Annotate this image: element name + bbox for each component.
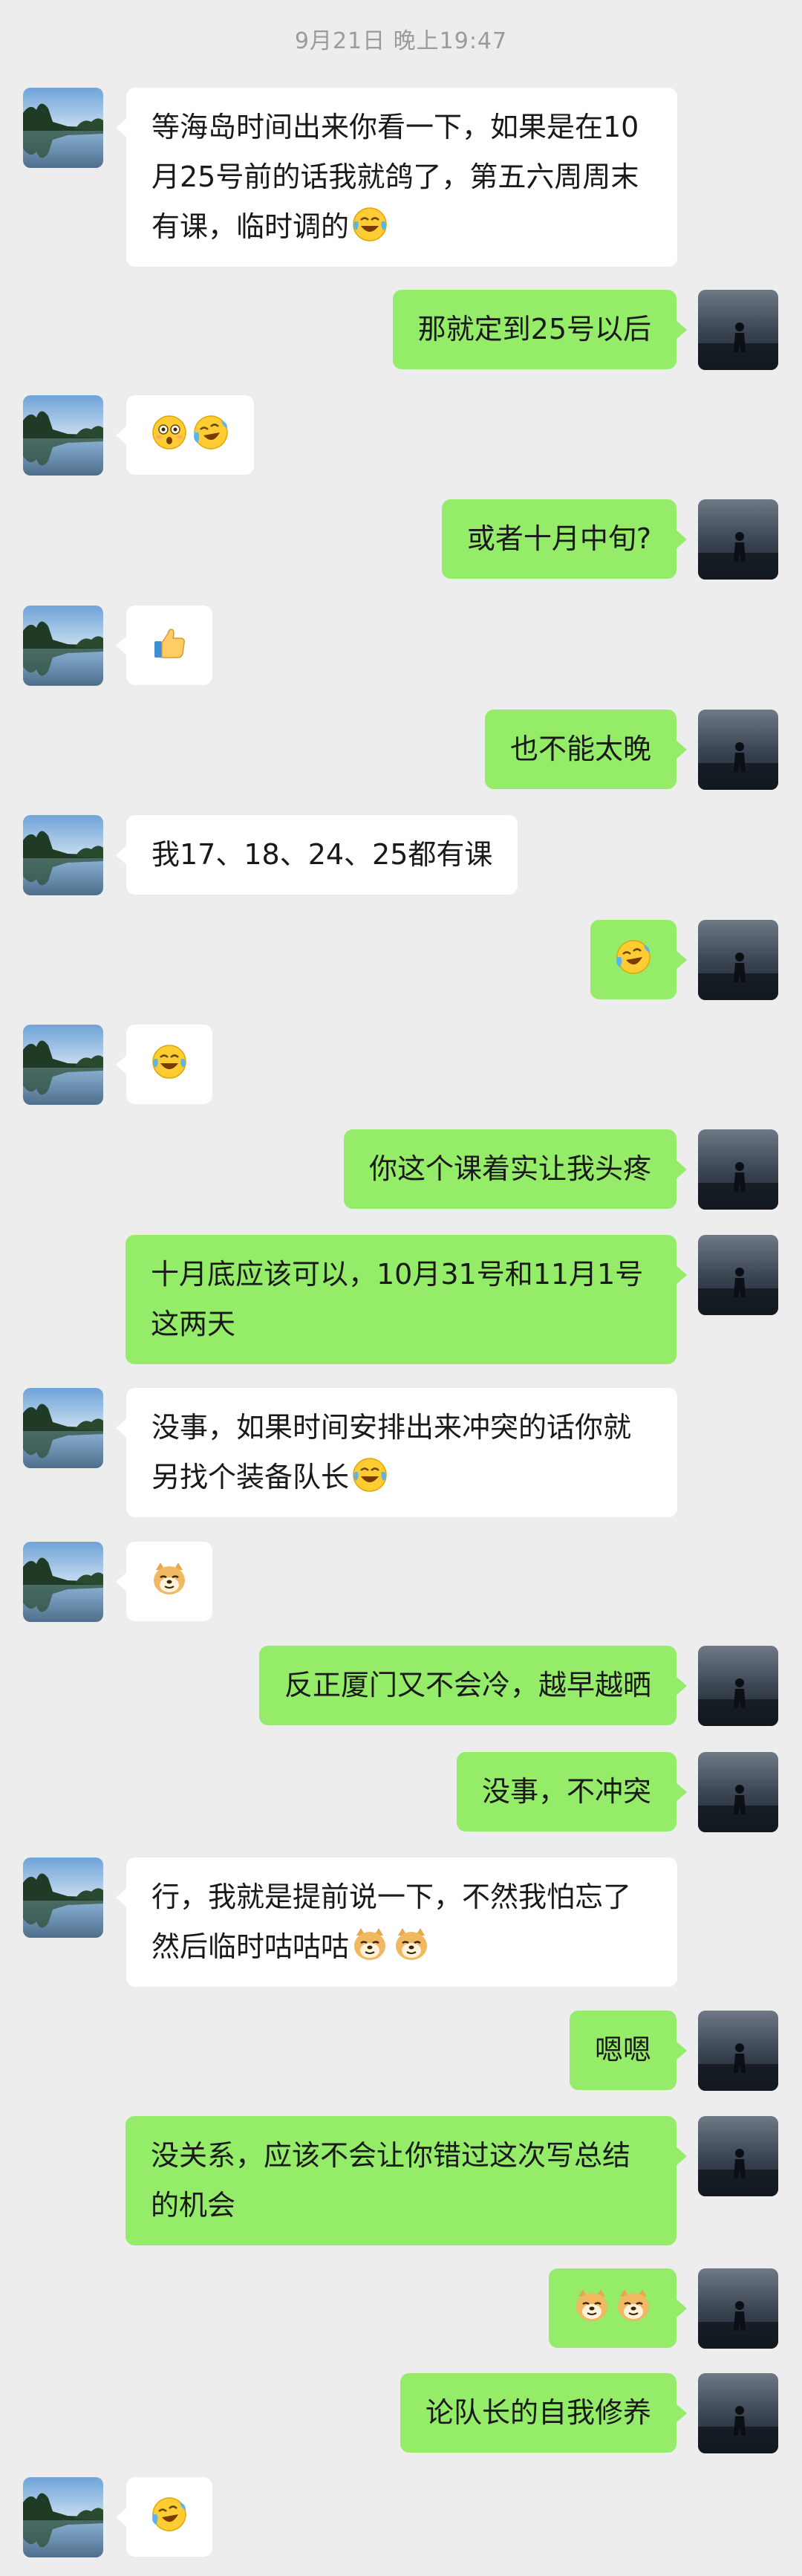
message-bubble-incoming[interactable]: 没事，如果时间安排出来冲突的话你就另找个装备队长 [116, 1388, 677, 1517]
silhouette-image [698, 2116, 778, 2196]
lake-landscape-image [23, 2477, 103, 2557]
contact-avatar[interactable] [23, 395, 103, 476]
doge-emoji [573, 2286, 611, 2325]
message-text: 那就定到25号以后 [417, 313, 651, 345]
tears-of-joy-emoji [351, 205, 389, 244]
silhouette-image [698, 1129, 778, 1210]
my-avatar[interactable] [698, 290, 778, 370]
doge-emoji [614, 2286, 653, 2325]
crying-laugh-emoji [192, 413, 230, 452]
contact-avatar[interactable] [23, 1858, 103, 1938]
message-bubble-incoming[interactable]: 我17、18、24、25都有课 [115, 815, 518, 895]
message-text: 你这个课着实让我头疼 [368, 1152, 651, 1185]
silhouette-image [698, 1752, 778, 1832]
message-bubble-outgoing[interactable]: 论队长的自我修养 [400, 2373, 688, 2453]
message-bubble-outgoing[interactable]: 嗯嗯 [569, 2011, 688, 2090]
contact-avatar[interactable] [23, 2477, 103, 2557]
my-avatar[interactable] [698, 920, 778, 1000]
message-text: 没事，如果时间安排出来冲突的话你就另找个装备队长 [151, 1411, 632, 1493]
doge-emoji [392, 1925, 431, 1964]
message-text: 等海岛时间出来你看一下，如果是在10月25号前的话我就鸽了，第五六周周末有课，临… [151, 111, 639, 243]
message-bubble-incoming[interactable] [116, 395, 254, 475]
contact-avatar[interactable] [23, 88, 103, 168]
message-bubble-incoming[interactable]: 行，我就是提前说一下，不然我怕忘了然后临时咕咕咕 [116, 1858, 677, 1987]
message-bubble-outgoing[interactable]: 你这个课着实让我头疼 [343, 1129, 688, 1209]
my-avatar[interactable] [698, 1235, 778, 1315]
message-bubble-outgoing[interactable]: 没关系，应该不会让你错过这次写总结的机会 [125, 2116, 687, 2245]
thumbs-up-emoji [150, 623, 189, 662]
message-bubble-incoming[interactable] [116, 2477, 212, 2557]
my-avatar[interactable] [698, 710, 778, 790]
lake-landscape-image [23, 88, 103, 168]
message-bubble-outgoing[interactable]: 那就定到25号以后 [392, 290, 688, 369]
silhouette-image [698, 2011, 778, 2091]
lake-landscape-image [23, 395, 103, 476]
message-bubble-incoming[interactable]: 等海岛时间出来你看一下，如果是在10月25号前的话我就鸽了，第五六周周末有课，临… [116, 88, 677, 267]
silhouette-image [698, 920, 778, 1000]
doge-emoji [150, 1560, 189, 1598]
message-bubble-outgoing[interactable]: 或者十月中旬? [441, 499, 688, 579]
message-bubble-outgoing[interactable]: 也不能太晚 [484, 710, 688, 789]
my-avatar[interactable] [698, 1752, 778, 1832]
lake-landscape-image [23, 1025, 103, 1105]
silhouette-image [698, 2268, 778, 2349]
my-avatar[interactable] [698, 2011, 778, 2091]
silhouette-image [698, 1646, 778, 1726]
tears-of-joy-emoji [150, 1042, 189, 1081]
message-bubble-incoming[interactable] [116, 1025, 212, 1104]
my-avatar[interactable] [698, 2116, 778, 2196]
tears-of-joy-emoji [351, 1456, 389, 1494]
silhouette-image [698, 710, 778, 790]
message-text: 十月底应该可以，10月31号和11月1号这两天 [151, 1258, 644, 1340]
chat-timestamp: 9月21日 晚上19:47 [294, 28, 508, 54]
lake-landscape-image [23, 606, 103, 686]
message-bubble-incoming[interactable] [116, 606, 212, 685]
crying-laugh-emoji [614, 938, 653, 976]
doge-emoji [351, 1925, 389, 1964]
message-text: 也不能太晚 [509, 733, 651, 765]
silhouette-image [698, 2373, 778, 2453]
silhouette-image [698, 290, 778, 370]
my-avatar[interactable] [698, 2268, 778, 2349]
message-text: 论队长的自我修养 [425, 2396, 651, 2429]
contact-avatar[interactable] [23, 1542, 103, 1622]
lake-landscape-image [23, 1858, 103, 1938]
my-avatar[interactable] [698, 1129, 778, 1210]
message-bubble-outgoing[interactable] [549, 2268, 687, 2348]
my-avatar[interactable] [698, 1646, 778, 1726]
message-bubble-outgoing[interactable] [590, 920, 687, 999]
lake-landscape-image [23, 815, 103, 895]
message-text: 嗯嗯 [594, 2034, 651, 2066]
my-avatar[interactable] [698, 2373, 778, 2453]
contact-avatar[interactable] [23, 815, 103, 895]
message-text: 没关系，应该不会让你错过这次写总结的机会 [151, 2139, 631, 2222]
contact-avatar[interactable] [23, 606, 103, 686]
message-text: 我17、18、24、25都有课 [151, 838, 493, 871]
lake-landscape-image [23, 1542, 103, 1622]
message-bubble-outgoing[interactable]: 十月底应该可以，10月31号和11月1号这两天 [125, 1235, 687, 1364]
my-avatar[interactable] [698, 499, 778, 580]
message-text: 或者十月中旬? [466, 522, 651, 555]
crying-laugh-emoji [150, 2495, 189, 2534]
silhouette-image [698, 499, 778, 580]
silhouette-image [698, 1235, 778, 1315]
message-text: 反正厦门又不会冷，越早越晒 [284, 1669, 651, 1701]
lake-landscape-image [23, 1388, 103, 1468]
message-text: 没事，不冲突 [481, 1775, 651, 1808]
message-bubble-outgoing[interactable]: 反正厦门又不会冷，越早越晒 [258, 1646, 688, 1725]
contact-avatar[interactable] [23, 1025, 103, 1105]
message-bubble-incoming[interactable] [116, 1542, 212, 1621]
message-bubble-outgoing[interactable]: 没事，不冲突 [456, 1752, 688, 1832]
surprised-face-emoji [150, 413, 189, 452]
contact-avatar[interactable] [23, 1388, 103, 1468]
message-text: 行，我就是提前说一下，不然我怕忘了然后临时咕咕咕 [151, 1881, 632, 1963]
